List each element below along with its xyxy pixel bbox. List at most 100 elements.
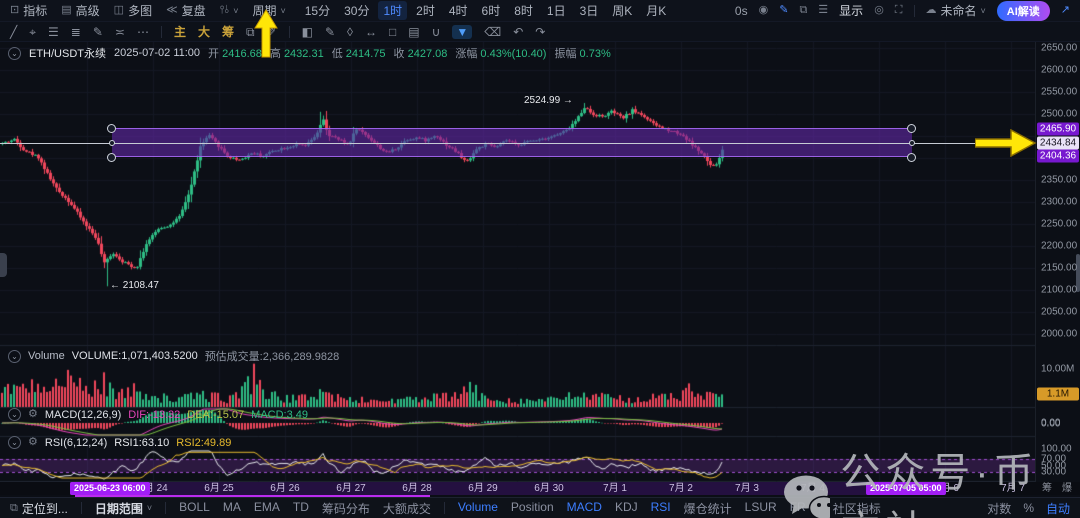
indicator-Position[interactable]: Position: [511, 500, 554, 517]
indicator-KDJ[interactable]: KDJ: [615, 500, 638, 517]
filter-icon[interactable]: ▼: [452, 25, 472, 39]
overlay-EMA[interactable]: EMA: [254, 500, 280, 517]
indicator-LSUR[interactable]: LSUR: [745, 500, 777, 517]
range-handle-mid-left[interactable]: [109, 140, 115, 146]
indicator-button[interactable]: ⊡ 指标: [10, 2, 47, 19]
interval-月K[interactable]: 月K: [641, 1, 671, 20]
indicator-Volume[interactable]: Volume: [458, 500, 498, 517]
settings-icon[interactable]: ⚙: [28, 409, 38, 420]
panel-collapse-tab[interactable]: [0, 253, 7, 277]
date-range-label: 日期范围: [95, 500, 143, 517]
advanced-button[interactable]: ▤ 高级: [61, 2, 99, 19]
range-handle-mid-right[interactable]: [909, 140, 915, 146]
chart-type-selector[interactable]: ⫯⫰ ˅: [220, 5, 239, 16]
measure-icon[interactable]: ↔: [365, 26, 377, 38]
list-icon[interactable]: ☰: [818, 5, 828, 16]
box-icon[interactable]: □: [389, 26, 396, 38]
undo-icon[interactable]: ↶: [513, 26, 523, 38]
interval-8时[interactable]: 8时: [509, 1, 538, 20]
chip-distribution-toggle[interactable]: 筹: [222, 23, 234, 40]
hline-tool-icon[interactable]: ☰: [48, 26, 59, 38]
pencil-tool-icon[interactable]: ✎: [93, 26, 103, 38]
overlay-TD[interactable]: TD: [293, 500, 309, 517]
paint-icon[interactable]: ◧: [302, 26, 313, 38]
interval-3日[interactable]: 3日: [575, 1, 604, 20]
amplitude-label: 振幅: [554, 48, 576, 60]
interval-6时[interactable]: 6时: [477, 1, 506, 20]
main-chart-toggle[interactable]: 主: [174, 23, 186, 40]
layers-tool-icon[interactable]: ≣: [71, 26, 81, 38]
day-label-6月 27[interactable]: 6月 27: [336, 482, 365, 495]
note-icon[interactable]: ▤: [408, 26, 419, 38]
chevron-down-icon: ˅: [233, 6, 238, 16]
replay-button[interactable]: ≪ 复盘: [166, 2, 206, 19]
range-handle-bottom-left[interactable]: [107, 153, 116, 162]
overlay-大额成交[interactable]: 大额成交: [383, 500, 431, 517]
price-tick-2500.00: 2500.00: [1041, 109, 1077, 120]
divider: [161, 26, 162, 38]
locate-button[interactable]: ⧉ 定位到...: [10, 500, 68, 517]
settings-icon[interactable]: ⚙: [28, 437, 38, 448]
draw-icon[interactable]: ✎: [325, 26, 335, 38]
macd-title: MACD(12,26,9): [45, 409, 121, 421]
high-price-annotation: 2524.99 →: [524, 95, 573, 106]
day-label-6月 30[interactable]: 6月 30: [534, 482, 563, 495]
interval-周K[interactable]: 周K: [607, 1, 637, 20]
date-range-dropdown[interactable]: 日期范围 ˅: [95, 500, 152, 517]
range-start-badge[interactable]: 2025-06-23 06:00: [70, 482, 150, 495]
more-tools-icon[interactable]: ⋯: [137, 26, 149, 38]
interval-15分[interactable]: 15分: [300, 1, 335, 20]
price-axis[interactable]: 2465.90 2434.84 2404.36 1.1M 2650.002600…: [1035, 42, 1080, 482]
day-label-6月 26[interactable]: 6月 26: [270, 482, 299, 495]
collapse-icon[interactable]: ⌄: [8, 47, 21, 60]
range-handle-top-right[interactable]: [907, 124, 916, 133]
current-price-line: [0, 143, 1035, 144]
share-icon[interactable]: ↗: [1061, 5, 1070, 16]
range-handle-top-left[interactable]: [107, 124, 116, 133]
indicator-MACD[interactable]: MACD: [567, 500, 602, 517]
day-label-6月 29[interactable]: 6月 29: [468, 482, 497, 495]
redo-icon[interactable]: ↷: [535, 26, 545, 38]
indicator-RSI[interactable]: RSI: [651, 500, 671, 517]
multi-chart-button[interactable]: ◫ 多图: [114, 2, 152, 19]
chevron-down-icon: ˅: [280, 6, 285, 16]
trash-icon[interactable]: ⌫: [484, 26, 501, 38]
workspace-selector[interactable]: ☁ 未命名 ˅: [926, 2, 986, 19]
collapse-icon[interactable]: ⌄: [8, 350, 21, 363]
day-label-7月 3[interactable]: 7月 3: [735, 482, 759, 495]
yellow-right-arrow: [975, 129, 1037, 157]
layout-icon[interactable]: ⧉: [799, 5, 807, 16]
indicator-爆仓统计[interactable]: 爆仓统计: [684, 500, 732, 517]
day-label-6月 25[interactable]: 6月 25: [204, 482, 233, 495]
fullscreen-icon[interactable]: ⛶: [895, 5, 903, 16]
close-value: 2427.08: [408, 48, 448, 60]
interval-1时[interactable]: 1时: [378, 1, 407, 20]
interval-4时[interactable]: 4时: [444, 1, 473, 20]
day-label-6月 28[interactable]: 6月 28: [402, 482, 431, 495]
eraser-icon[interactable]: ◊: [347, 26, 353, 38]
record-icon[interactable]: ◎: [874, 5, 884, 16]
trendline-tool-icon[interactable]: ╱: [10, 26, 17, 38]
overlay-BOLL[interactable]: BOLL: [179, 500, 210, 517]
display-button[interactable]: 显示: [839, 2, 863, 19]
edit-icon[interactable]: ✎: [779, 5, 788, 16]
dea-value: -15.07: [213, 409, 244, 421]
interval-1日[interactable]: 1日: [542, 1, 571, 20]
range-handle-bottom-right[interactable]: [907, 153, 916, 162]
main-chart[interactable]: ⌄ ETH/USDT永续 2025-07-02 11:00 开 2416.68 …: [0, 42, 1035, 482]
interval-2时[interactable]: 2时: [411, 1, 440, 20]
channel-tool-icon[interactable]: ≍: [115, 26, 125, 38]
magnet-icon[interactable]: ∪: [432, 26, 441, 38]
crosshair-tool-icon[interactable]: ⌖: [29, 26, 36, 38]
bar-datetime: 2025-07-02 11:00: [114, 47, 200, 59]
collapse-icon[interactable]: ⌄: [8, 436, 21, 449]
day-label-7月 1[interactable]: 7月 1: [603, 482, 627, 495]
overlay-筹码分布[interactable]: 筹码分布: [322, 500, 370, 517]
ai-analysis-button[interactable]: AI解读: [997, 1, 1050, 21]
camera-icon[interactable]: ◉: [759, 5, 769, 16]
overlay-MA[interactable]: MA: [223, 500, 241, 517]
big-orders-toggle[interactable]: 大: [198, 23, 210, 40]
interval-30分[interactable]: 30分: [339, 1, 374, 20]
collapse-icon[interactable]: ⌄: [8, 408, 21, 421]
day-label-7月 2[interactable]: 7月 2: [669, 482, 693, 495]
